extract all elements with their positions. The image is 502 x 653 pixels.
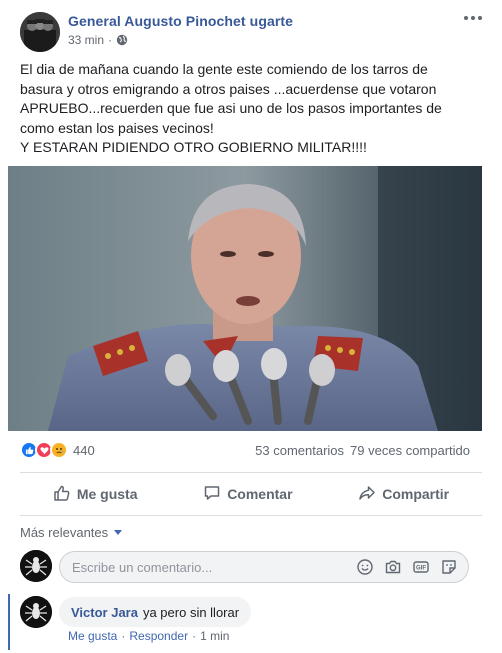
thumbs-up-icon (53, 484, 71, 505)
svg-text:GIF: GIF (416, 566, 426, 572)
reaction-summary[interactable]: 440 (20, 441, 95, 459)
sticker-icon[interactable] (440, 558, 458, 576)
comment-like-link[interactable]: Me gusta (68, 629, 117, 643)
action-bar: Me gusta Comentar Compartir (20, 476, 482, 512)
caret-down-icon (114, 530, 123, 535)
shares-count[interactable]: 79 veces compartido (350, 443, 470, 458)
meta-separator: · (108, 33, 113, 47)
comment-text: ya pero sin llorar (142, 604, 240, 620)
comment-actions: Me gusta · Responder · 1 min (68, 629, 229, 643)
commenter-avatar[interactable] (20, 596, 52, 628)
share-arrow-icon (358, 484, 376, 505)
comment-time[interactable]: 1 min (200, 629, 229, 643)
post-photo[interactable] (8, 166, 482, 431)
post-text-line: basura y otros emigrando a otros paises … (20, 80, 437, 97)
comments-count[interactable]: 53 comentarios (255, 443, 344, 458)
current-user-avatar[interactable] (20, 550, 52, 582)
post-stats: 440 53 comentarios 79 veces compartido (20, 441, 480, 463)
comment-label: Comentar (227, 486, 293, 502)
post-time[interactable]: 33 min (68, 33, 104, 47)
comment-bubble-icon (203, 484, 221, 505)
camera-icon[interactable] (384, 558, 402, 576)
share-button[interactable]: Compartir (346, 480, 461, 509)
post-text-line: APRUEBO...recuerden que fue asi uno de l… (20, 100, 442, 116)
share-label: Compartir (382, 486, 450, 502)
sort-label: Más relevantes (20, 525, 109, 540)
emoji-icon[interactable] (356, 558, 374, 576)
like-label: Me gusta (76, 486, 138, 502)
gif-icon[interactable]: GIF (412, 558, 430, 576)
like-button[interactable]: Me gusta (41, 480, 150, 509)
comment-separator: · (121, 629, 126, 643)
globe-icon (116, 34, 128, 46)
post-meta: 33 min · (68, 33, 128, 47)
comment-bubble: Victor Jara ya pero sin llorar (59, 597, 252, 627)
post-text-line: Y ESTARAN PIDIENDO OTRO GOBIERNO MILITAR… (20, 139, 367, 155)
comment-reply-link[interactable]: Responder (129, 629, 188, 643)
reaction-count[interactable]: 440 (73, 443, 95, 458)
comment-input[interactable] (72, 552, 342, 582)
comment-sort-dropdown[interactable]: Más relevantes (20, 525, 123, 540)
post-text-line: como estan los paises vecinos! (20, 119, 214, 136)
more-options-icon[interactable] (460, 10, 486, 26)
comment-separator: · (192, 629, 197, 643)
comment-thread-line (8, 594, 10, 650)
comment-button[interactable]: Comentar (191, 480, 304, 509)
comment-composer: GIF (59, 551, 469, 583)
composer-icons: GIF (356, 558, 458, 576)
author-avatar[interactable] (20, 12, 60, 52)
engagement-counts: 53 comentarios 79 veces compartido (255, 443, 470, 458)
post-header: General Augusto Pinochet ugarte 33 min · (0, 0, 502, 58)
comment-author[interactable]: Victor Jara (71, 605, 138, 620)
post-text-line: El dia de mañana cuando la gente este co… (20, 61, 428, 77)
sad-reaction-icon (50, 441, 68, 459)
author-name[interactable]: General Augusto Pinochet ugarte (68, 13, 293, 29)
post-text: El dia de mañana cuando la gente este co… (20, 60, 480, 158)
divider (20, 472, 482, 473)
divider (20, 515, 482, 516)
